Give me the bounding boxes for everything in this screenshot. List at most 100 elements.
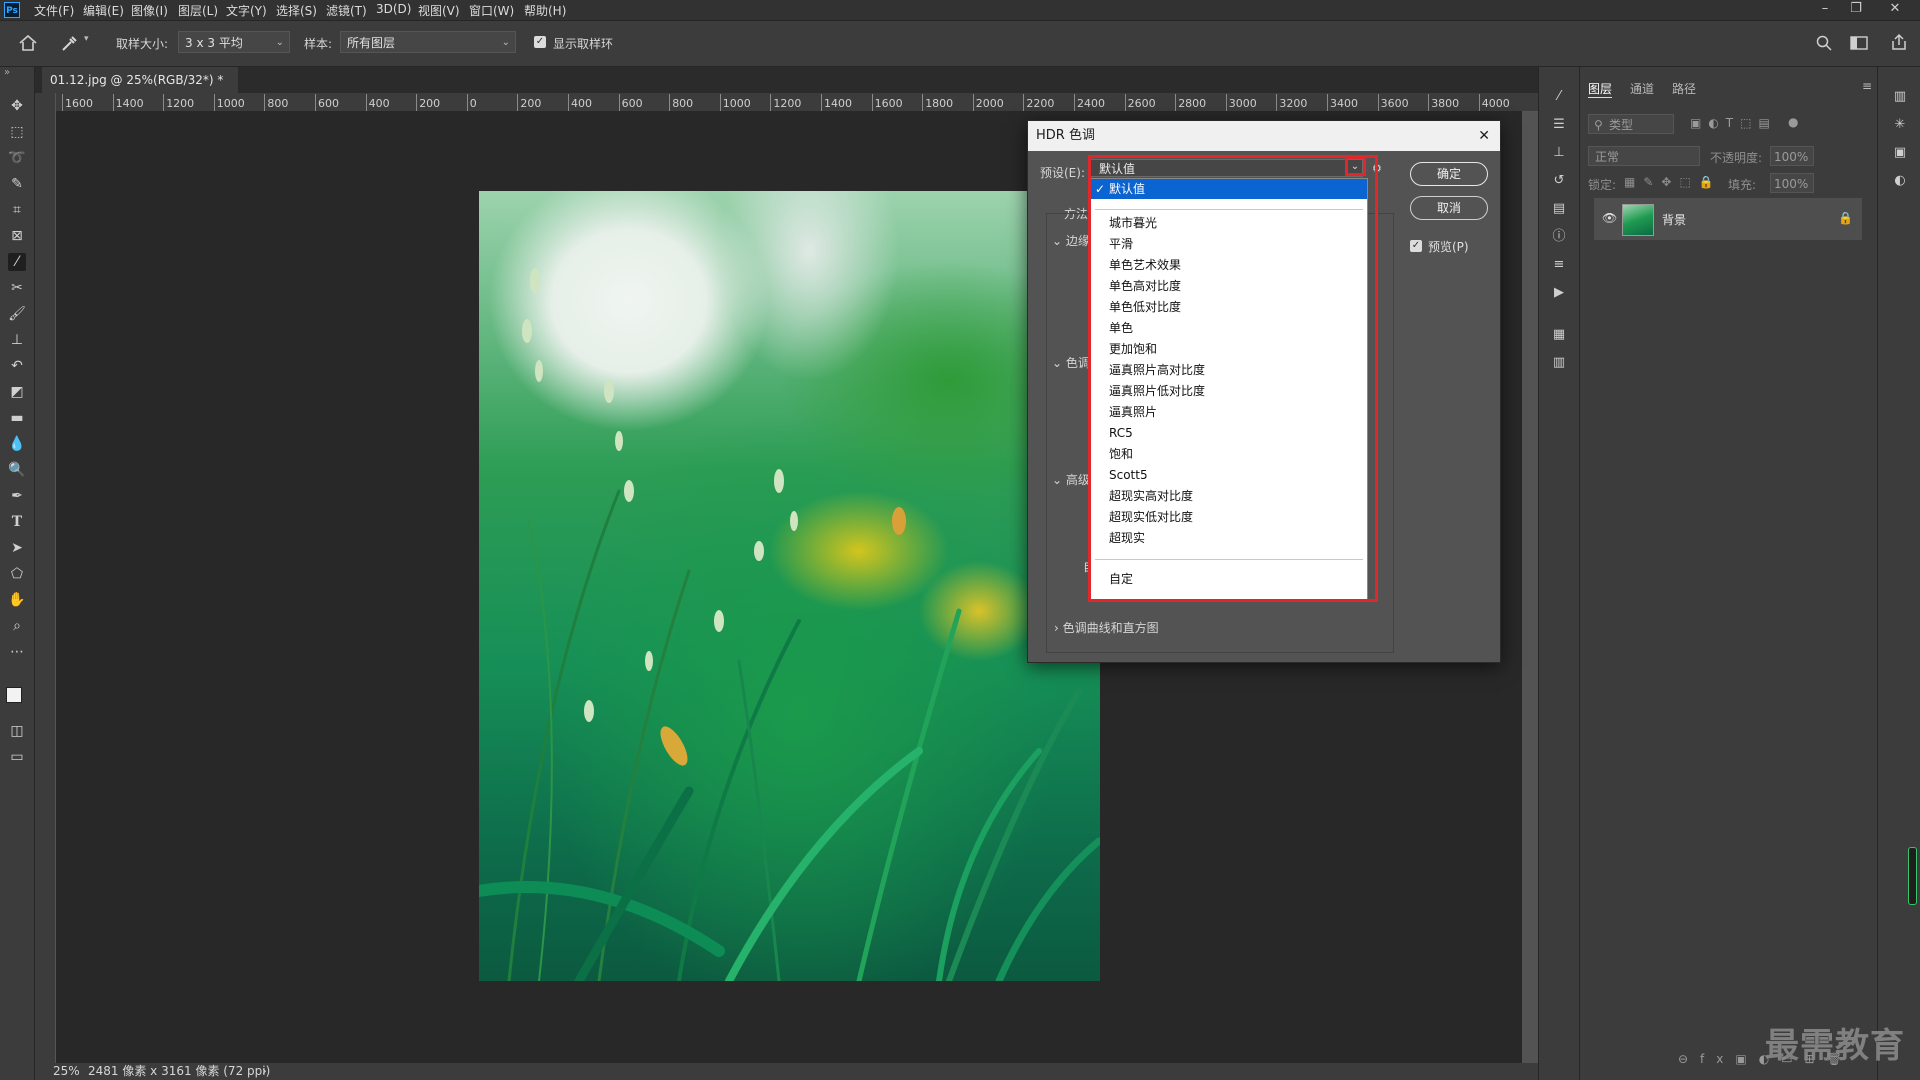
layer-comps-icon[interactable]: ▣ [1892, 145, 1908, 161]
sample-select[interactable]: 所有图层 ⌄ [340, 31, 516, 53]
tone-section-toggle[interactable]: ⌄ 色调 [1052, 354, 1090, 371]
collapse-icon[interactable]: » [4, 67, 10, 78]
curve-section-toggle[interactable]: › 色调曲线和直方图 [1054, 619, 1159, 636]
home-icon[interactable] [18, 34, 38, 52]
brush-settings-icon[interactable]: ⁄ [1551, 89, 1567, 105]
share-icon[interactable] [1890, 33, 1908, 51]
quick-mask-icon[interactable]: ◫ [8, 722, 26, 740]
advanced-section-toggle[interactable]: ⌄ 高级 [1052, 471, 1090, 488]
hand-tool-icon[interactable]: ✋ [8, 591, 26, 609]
tab-paths[interactable]: 路径 [1672, 80, 1696, 97]
layer-name[interactable]: 背景 [1662, 211, 1686, 228]
info-icon[interactable]: ⓘ [1551, 229, 1567, 245]
layer-row[interactable]: 👁 背景 🔒 [1594, 198, 1862, 240]
pen-tool-icon[interactable]: ✒ [8, 487, 26, 505]
ruler-tick-label: 1000 [722, 97, 751, 110]
dialog-close-icon[interactable]: ✕ [1478, 121, 1490, 151]
menu-file[interactable]: 文件(F) [34, 2, 74, 19]
sample-size-select[interactable]: 3 x 3 平均 ⌄ [178, 31, 290, 53]
menu-window[interactable]: 窗口(W) [469, 2, 514, 19]
path-select-tool-icon[interactable]: ➤ [8, 539, 26, 557]
notes-icon[interactable]: ▥ [1551, 355, 1567, 371]
cancel-button[interactable]: 取消 [1410, 196, 1488, 220]
close-window-button[interactable]: ✕ [1880, 0, 1910, 20]
menu-layer[interactable]: 图层(L) [178, 2, 218, 19]
healing-tool-icon[interactable]: ✂ [8, 279, 26, 297]
menu-image[interactable]: 图像(I) [131, 2, 168, 19]
show-ring-checkbox[interactable]: ✓ [534, 36, 546, 48]
history-icon[interactable]: ↺ [1551, 173, 1567, 189]
foreground-color-swatch[interactable] [6, 687, 22, 703]
filter-icons[interactable]: ▣◐T⬚▤ [1690, 116, 1777, 130]
ruler-tick-label: 1400 [824, 97, 852, 110]
tab-channels[interactable]: 通道 [1630, 80, 1654, 97]
adjustments-icon[interactable]: ☰ [1551, 117, 1567, 133]
histogram-icon[interactable]: ▥ [1892, 89, 1908, 105]
lasso-tool-icon[interactable]: ➰ [8, 149, 26, 167]
more-tools-icon[interactable]: ⋯ [8, 643, 26, 661]
quick-select-tool-icon[interactable]: ✎ [8, 175, 26, 193]
eyedropper-tool-icon[interactable] [60, 33, 78, 53]
properties-icon[interactable]: ▤ [1551, 201, 1567, 217]
zoom-level[interactable]: 25% [53, 1063, 80, 1080]
screen-mode-icon[interactable]: ▭ [8, 748, 26, 766]
scroll-indicator[interactable] [1908, 847, 1917, 905]
marquee-tool-icon[interactable]: ⬚ [8, 123, 26, 141]
frame-tool-icon[interactable]: ⊠ [8, 227, 26, 245]
menu-edit[interactable]: 编辑(E) [83, 2, 124, 19]
actions-icon[interactable]: ▶ [1551, 285, 1567, 301]
section-advanced-label: 高级 [1065, 473, 1090, 487]
brush-tool-icon[interactable]: 🖌 [8, 305, 26, 323]
color-icon[interactable]: ◐ [1892, 173, 1908, 189]
lock-icon[interactable]: 🔒 [1838, 211, 1853, 225]
type-tool-icon[interactable]: T [8, 513, 26, 531]
document-tab[interactable]: 01.12.jpg @ 25%(RGB/32*) * × [42, 67, 238, 113]
menu-select[interactable]: 选择(S) [276, 2, 317, 19]
ruler-tick-line [1124, 94, 1126, 111]
edge-section-toggle[interactable]: ⌄ 边缘 [1052, 232, 1090, 249]
blur-tool-icon[interactable]: 💧 [8, 435, 26, 453]
workspace-icon[interactable] [1850, 35, 1868, 51]
filter-toggle-icon[interactable]: ● [1788, 115, 1798, 129]
fill-input[interactable]: 100% [1770, 173, 1814, 193]
status-menu-arrow-icon[interactable]: › [262, 1063, 267, 1080]
opacity-input[interactable]: 100% [1770, 146, 1814, 166]
navigator-icon[interactable]: ✳ [1892, 117, 1908, 133]
channels-icon[interactable]: ≡ [1551, 257, 1567, 273]
dodge-tool-icon[interactable]: 🔍 [8, 461, 26, 479]
tool-preset-chevron-icon[interactable]: ▾ [84, 34, 89, 44]
crop-tool-icon[interactable]: ⌗ [8, 201, 26, 219]
horizontal-ruler[interactable]: 1600 1400 1200 1000 800 600 400 200 0 200 400 600 80… [56, 93, 1538, 112]
search-icon[interactable] [1816, 35, 1832, 51]
vertical-ruler[interactable] [35, 93, 56, 1063]
visibility-eye-icon[interactable]: 👁 [1602, 211, 1617, 225]
ok-button[interactable]: 确定 [1410, 162, 1488, 186]
ruler-tick-label: 1200 [166, 97, 195, 110]
history-brush-tool-icon[interactable]: ↶ [8, 357, 26, 375]
layer-filter-select[interactable]: ⚲ 类型 [1588, 114, 1674, 134]
panel-menu-icon[interactable]: ≡ [1862, 79, 1872, 93]
blend-mode-select[interactable]: 正常 [1588, 146, 1700, 166]
preview-checkbox[interactable]: ✓ [1410, 240, 1422, 252]
menu-view[interactable]: 视图(V) [418, 2, 460, 19]
lock-icons[interactable]: ▦✎✥⬚🔒 [1624, 175, 1722, 189]
eraser-tool-icon[interactable]: ◩ [8, 383, 26, 401]
menu-3d[interactable]: 3D(D) [376, 2, 411, 16]
menu-filter[interactable]: 滤镜(T) [326, 2, 367, 19]
shape-tool-icon[interactable]: ⬠ [8, 565, 26, 583]
ruler-tick-label: 200 [520, 97, 542, 110]
minimize-button[interactable]: – [1810, 0, 1840, 20]
ruler-tick-line [1225, 94, 1227, 111]
restore-button[interactable]: ❐ [1841, 0, 1871, 20]
clone-source-icon[interactable]: ⊥ [1551, 145, 1567, 161]
menu-type[interactable]: 文字(Y) [226, 2, 267, 19]
clone-stamp-tool-icon[interactable]: ⊥ [8, 331, 26, 349]
eyedropper-tool-icon[interactable]: ⁄ [8, 253, 26, 271]
gradient-tool-icon[interactable]: ▬ [8, 409, 26, 427]
move-tool-icon[interactable]: ✥ [8, 97, 26, 115]
tab-layers[interactable]: 图层 [1588, 80, 1613, 98]
libraries-icon[interactable]: ▦ [1551, 327, 1567, 343]
menu-help[interactable]: 帮助(H) [524, 2, 566, 19]
zoom-tool-icon[interactable]: ⌕ [8, 617, 26, 635]
fill-value: 100% [1774, 177, 1809, 191]
